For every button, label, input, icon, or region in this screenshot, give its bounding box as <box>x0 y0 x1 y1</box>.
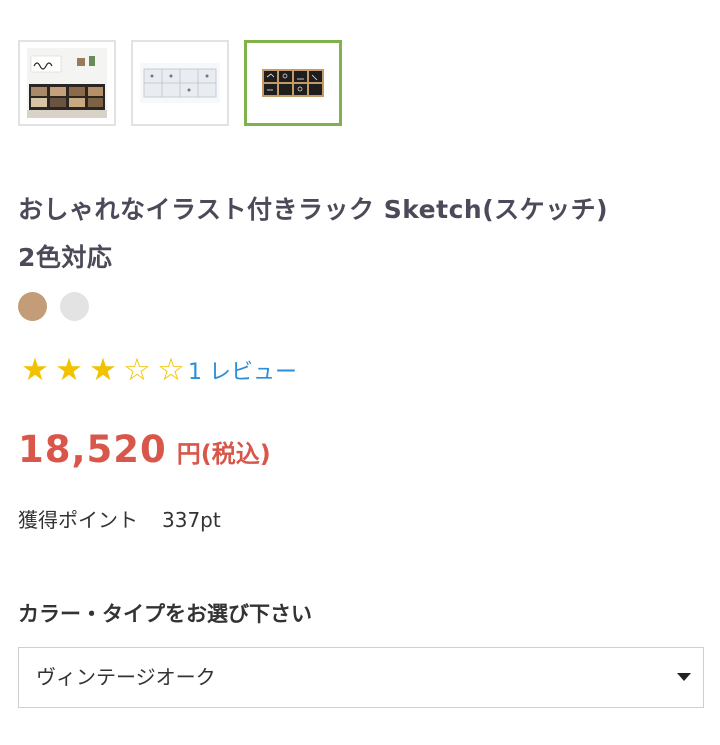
black-shelf-photo <box>258 63 328 103</box>
star-filled-icon: ★ <box>55 352 83 388</box>
select-value: ヴィンテージオーク <box>36 665 216 689</box>
points-value: 337pt <box>162 508 221 532</box>
swatch-white[interactable] <box>60 292 89 321</box>
product-title-line2: 2色対応 <box>18 243 113 272</box>
star-empty-icon: ☆ <box>157 352 185 388</box>
product-title-line1: おしゃれなイラスト付きラック Sketch(スケッチ) <box>18 195 609 224</box>
white-shelf-photo <box>140 63 220 103</box>
review-count-link[interactable]: 1 レビュー <box>188 354 297 386</box>
thumbnail-1[interactable] <box>18 40 116 126</box>
thumbnail-gallery <box>18 40 342 126</box>
color-swatches <box>18 292 89 321</box>
shelf-with-sketch-sign-photo <box>27 48 107 118</box>
reward-points: 獲得ポイント 337pt <box>18 504 221 533</box>
rating: ★ ★ ★ ☆ ☆ 1 レビュー <box>18 352 297 388</box>
chevron-down-icon <box>677 673 691 681</box>
option-label: カラー・タイプをお選び下さい <box>18 602 312 626</box>
swatch-vintage-oak[interactable] <box>18 292 47 321</box>
price: 18,520 円(税込) <box>18 428 271 471</box>
star-filled-icon: ★ <box>21 352 49 388</box>
product-title: おしゃれなイラスト付きラック Sketch(スケッチ) 2色対応 <box>18 186 708 282</box>
color-type-select[interactable]: ヴィンテージオーク <box>18 647 704 708</box>
price-amount: 18,520 <box>18 428 167 471</box>
star-empty-icon: ☆ <box>123 352 151 388</box>
thumbnail-3[interactable] <box>244 40 342 126</box>
thumbnail-2[interactable] <box>131 40 229 126</box>
points-label: 獲得ポイント <box>18 508 138 532</box>
price-unit: 円(税込) <box>176 440 271 468</box>
star-filled-icon: ★ <box>89 352 117 388</box>
